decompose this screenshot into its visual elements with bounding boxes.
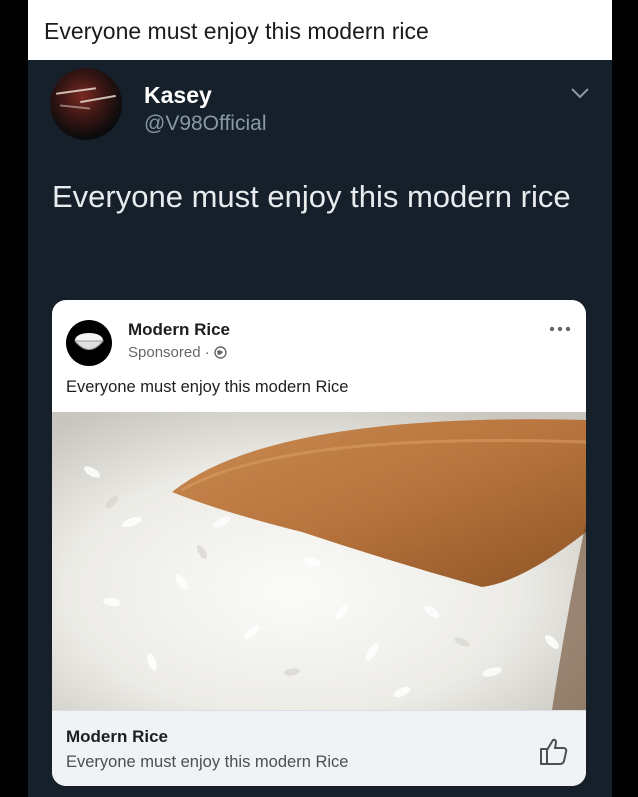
sponsored-label: Sponsored ·: [128, 344, 227, 361]
thumbs-up-icon[interactable]: [538, 735, 570, 767]
user-display-name[interactable]: Kasey: [144, 82, 212, 109]
page-logo[interactable]: [66, 320, 112, 366]
sponsored-text: Sponsored ·: [128, 344, 210, 361]
avatar[interactable]: [50, 68, 122, 140]
post-caption: Everyone must enjoy this modern rice: [28, 0, 612, 60]
page-name[interactable]: Modern Rice: [128, 320, 230, 340]
chevron-down-icon[interactable]: [569, 86, 591, 100]
tweet: Kasey @V98Official Everyone must enjoy t…: [28, 60, 612, 797]
sponsored-post-card[interactable]: Modern Rice Sponsored · Everyone must en…: [52, 300, 586, 786]
user-handle[interactable]: @V98Official: [144, 112, 266, 136]
tweet-text: Everyone must enjoy this modern rice: [52, 179, 571, 214]
link-preview[interactable]: Modern Rice Everyone must enjoy this mod…: [52, 710, 586, 786]
link-title[interactable]: Modern Rice: [66, 727, 168, 747]
globe-icon: [214, 346, 227, 359]
rice-photo[interactable]: [52, 412, 586, 710]
link-description: Everyone must enjoy this modern Rice: [66, 753, 349, 771]
more-options-icon[interactable]: [548, 324, 572, 334]
post-text: Everyone must enjoy this modern Rice: [66, 378, 349, 396]
